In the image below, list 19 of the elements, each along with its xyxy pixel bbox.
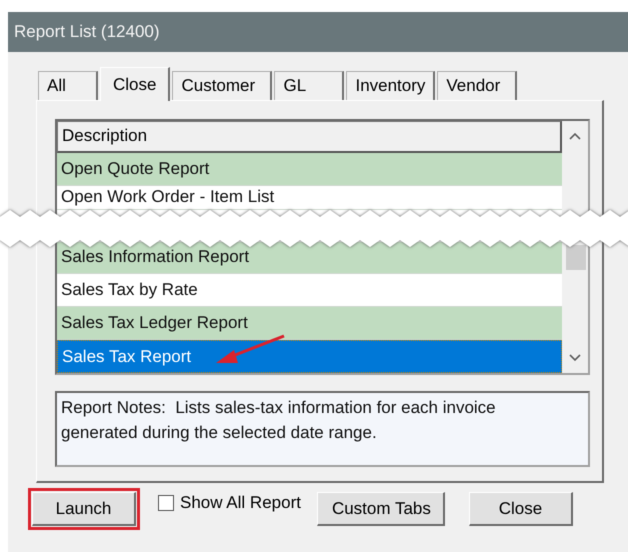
list-row[interactable]: Sales Information Report [57, 242, 562, 274]
checkbox[interactable] [158, 495, 174, 511]
column-header[interactable]: Description [57, 121, 562, 153]
tab[interactable]: All [38, 71, 98, 100]
report-notes: Report Notes: Lists sales-tax information for each invoice generated during the selected date range. [55, 391, 590, 467]
list-row[interactable]: Open Quote Report [57, 152, 562, 186]
button[interactable]: Custom Tabs [316, 492, 445, 526]
window-title: Report List (12400) [8, 12, 628, 52]
tab[interactable]: Customer [172, 71, 272, 100]
checkbox-label[interactable]: Show All Report [180, 493, 301, 513]
list-row[interactable]: Sales Tax Ledger Report [57, 307, 562, 340]
scrollbar-thumb[interactable] [566, 245, 586, 270]
annotation-arrow [216, 334, 285, 363]
tab[interactable]: Vendor [437, 71, 518, 100]
tab[interactable]: Close [100, 67, 170, 101]
tab[interactable]: GL [274, 71, 344, 100]
button[interactable]: Close [468, 492, 573, 526]
list-row[interactable]: Sales Tax Report [57, 340, 562, 374]
tab[interactable]: Inventory [346, 71, 436, 100]
